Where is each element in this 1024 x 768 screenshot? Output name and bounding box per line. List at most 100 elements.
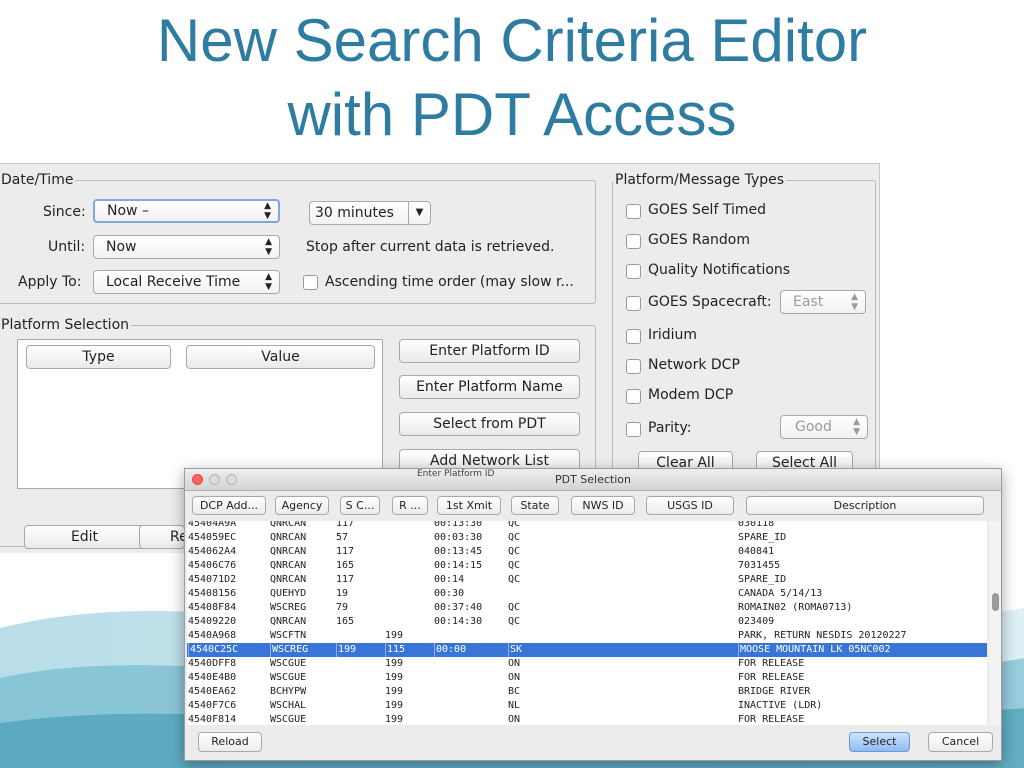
type-column-header[interactable]: Type (26, 345, 171, 369)
table-row[interactable]: 4540F814 WSCGUE 199 ON FOR RELEASE (187, 713, 987, 725)
spacecraft-combo[interactable]: East ▲ ▼ (780, 290, 866, 314)
cell-r: 199 (385, 686, 404, 697)
column-header-sc[interactable]: S C... (340, 496, 380, 515)
goes-random-checkbox[interactable] (626, 234, 641, 249)
cell-state: NL (508, 700, 521, 711)
column-header-usgs-id[interactable]: USGS ID (646, 496, 734, 515)
reload-button[interactable]: Reload (198, 732, 262, 752)
cell-description: MOOSE MOUNTAIN LK 05NC002 (738, 643, 987, 657)
cell-state: QC (508, 574, 521, 585)
column-header-r[interactable]: R ... (392, 496, 428, 515)
table-row[interactable]: 4540F7C6 WSCHAL 199 NL INACTIVE (LDR) (187, 699, 987, 713)
table-row[interactable]: 4540DFF8 WSCGUE 199 ON FOR RELEASE (187, 657, 987, 671)
cell-first-xmit: 00:14 (434, 574, 465, 585)
cell-description: ROMAIN02 (ROMA0713) (738, 602, 853, 613)
apply-to-label: Apply To: (18, 274, 82, 290)
stop-after-text: Stop after current data is retrieved. (306, 239, 555, 255)
cell-state: QC (508, 532, 521, 543)
cell-agency: QNRCAN (270, 532, 307, 543)
table-row[interactable]: 45408156 QUEHYD 19 00:30 CANADA 5/14/13 (187, 587, 987, 601)
dialog-title: PDT Selection (554, 473, 631, 486)
table-row[interactable]: 45406C76 QNRCAN 165 00:14:15 QC 7031455 (187, 559, 987, 573)
cell-dcp-address: 45406C76 (188, 560, 237, 571)
cancel-button[interactable]: Cancel (928, 732, 993, 752)
edit-button[interactable]: Edit (24, 525, 145, 549)
scrollbar-thumb[interactable] (992, 593, 999, 611)
network-dcp-checkbox[interactable] (626, 359, 641, 374)
table-row[interactable]: 4540A968 WSCFTN 199 PARK, RETURN NESDIS 201… (187, 629, 987, 643)
cell-state: ON (508, 672, 521, 683)
cell-description: FOR RELEASE (738, 672, 805, 683)
table-row[interactable]: 45404A9A QNRCAN 117 00:13:30 QC 030118 (187, 521, 987, 531)
cell-sc: 117 (336, 574, 355, 585)
iridium-checkbox[interactable] (626, 329, 641, 344)
modem-dcp-checkbox[interactable] (626, 389, 641, 404)
since-combo[interactable]: Now – ▲ ▼ (93, 199, 280, 223)
column-header-first-xmit[interactable]: 1st Xmit (437, 496, 501, 515)
select-from-pdt-button[interactable]: Select from PDT (399, 412, 580, 436)
cell-state: QC (508, 616, 521, 627)
cell-agency: BCHYPW (270, 686, 307, 697)
minimize-window-icon[interactable] (209, 474, 220, 485)
cell-dcp-address: 454059EC (188, 532, 237, 543)
cell-dcp-address: 454062A4 (188, 546, 237, 557)
cell-dcp-address: 4540A968 (188, 630, 237, 641)
table-row[interactable]: 4540C25C WSCREG 199 115 00:00 SK MOOSE MOUNTAI… (187, 643, 987, 657)
cell-agency: WSCHAL (270, 700, 307, 711)
zoom-window-icon[interactable] (226, 474, 237, 485)
cell-dcp-address: 45408F84 (188, 602, 237, 613)
dialog-titlebar[interactable]: PDT Selection Enter Platform ID (185, 469, 1001, 491)
slide-title-line1: New Search Criteria Editor (156, 7, 868, 74)
apply-to-value: Local Receive Time (106, 274, 241, 290)
cell-first-xmit: 00:00 (434, 643, 506, 657)
enter-platform-id-button[interactable]: Enter Platform ID (399, 339, 580, 363)
cell-description: INACTIVE (LDR) (738, 700, 823, 711)
parity-combo[interactable]: Good ▲ ▼ (780, 415, 868, 439)
goes-self-timed-checkbox[interactable] (626, 204, 641, 219)
cell-agency: WSCGUE (270, 714, 307, 725)
ascending-checkbox[interactable] (303, 275, 318, 290)
table-row[interactable]: 454062A4 QNRCAN 117 00:13:45 QC 040841 (187, 545, 987, 559)
enter-platform-name-button[interactable]: Enter Platform Name (399, 375, 580, 399)
network-dcp-label: Network DCP (648, 357, 740, 373)
select-button[interactable]: Select (849, 732, 910, 752)
vertical-scrollbar[interactable] (989, 521, 1001, 725)
updown-arrows-icon: ▲ ▼ (264, 201, 271, 221)
table-row[interactable]: 45409220 QNRCAN 165 00:14:30 QC 023409 (187, 615, 987, 629)
goes-spacecraft-checkbox[interactable] (626, 296, 641, 311)
table-row[interactable]: 45408F84 WSCREG 79 00:37:40 QC ROMAIN02 (ROMA… (187, 601, 987, 615)
cell-dcp-address: 45408156 (188, 588, 237, 599)
parity-checkbox[interactable] (626, 422, 641, 437)
spacecraft-value: East (793, 294, 824, 310)
column-header-nws-id[interactable]: NWS ID (571, 496, 635, 515)
cell-r: 199 (385, 658, 404, 669)
interval-combo[interactable]: 30 minutes ▼ (309, 201, 431, 225)
column-header-description[interactable]: Description (746, 496, 984, 515)
table-row[interactable]: 4540E4B0 WSCGUE 199 ON FOR RELEASE (187, 671, 987, 685)
apply-to-combo[interactable]: Local Receive Time ▲ ▼ (93, 270, 280, 294)
column-header-dcp-address[interactable]: DCP Add... (192, 496, 266, 515)
cell-state: ON (508, 714, 521, 725)
remove-button[interactable]: Re (139, 525, 185, 549)
table-row[interactable]: 454059EC QNRCAN 57 00:03:30 QC SPARE_ID (187, 531, 987, 545)
iridium-label: Iridium (648, 327, 698, 343)
parity-value: Good (795, 419, 832, 435)
cell-description: SPARE_ID (738, 574, 787, 585)
slide-title-line2: with PDT Access (287, 81, 737, 148)
cell-first-xmit: 00:14:30 (434, 616, 483, 627)
cell-r: 199 (385, 630, 404, 641)
cell-description: SPARE_ID (738, 532, 787, 543)
table-row[interactable]: 4540EA62 BCHYPW 199 BC BRIDGE RIVER (187, 685, 987, 699)
table-row[interactable]: 454071D2 QNRCAN 117 00:14 QC SPARE_ID (187, 573, 987, 587)
value-column-header[interactable]: Value (186, 345, 375, 369)
column-header-agency[interactable]: Agency (275, 496, 329, 515)
quality-notifications-checkbox[interactable] (626, 264, 641, 279)
close-window-icon[interactable] (192, 474, 203, 485)
slide-title: New Search Criteria Editor with PDT Acce… (0, 4, 1024, 152)
until-combo[interactable]: Now ▲ ▼ (93, 235, 280, 259)
cell-agency: WSCREG (270, 602, 307, 613)
since-label: Since: (43, 204, 86, 220)
column-header-state[interactable]: State (511, 496, 559, 515)
pdt-table[interactable]: 45404A9A QNRCAN 117 00:13:30 QC 030118 454059E… (187, 521, 987, 725)
cell-sc: 165 (336, 616, 355, 627)
